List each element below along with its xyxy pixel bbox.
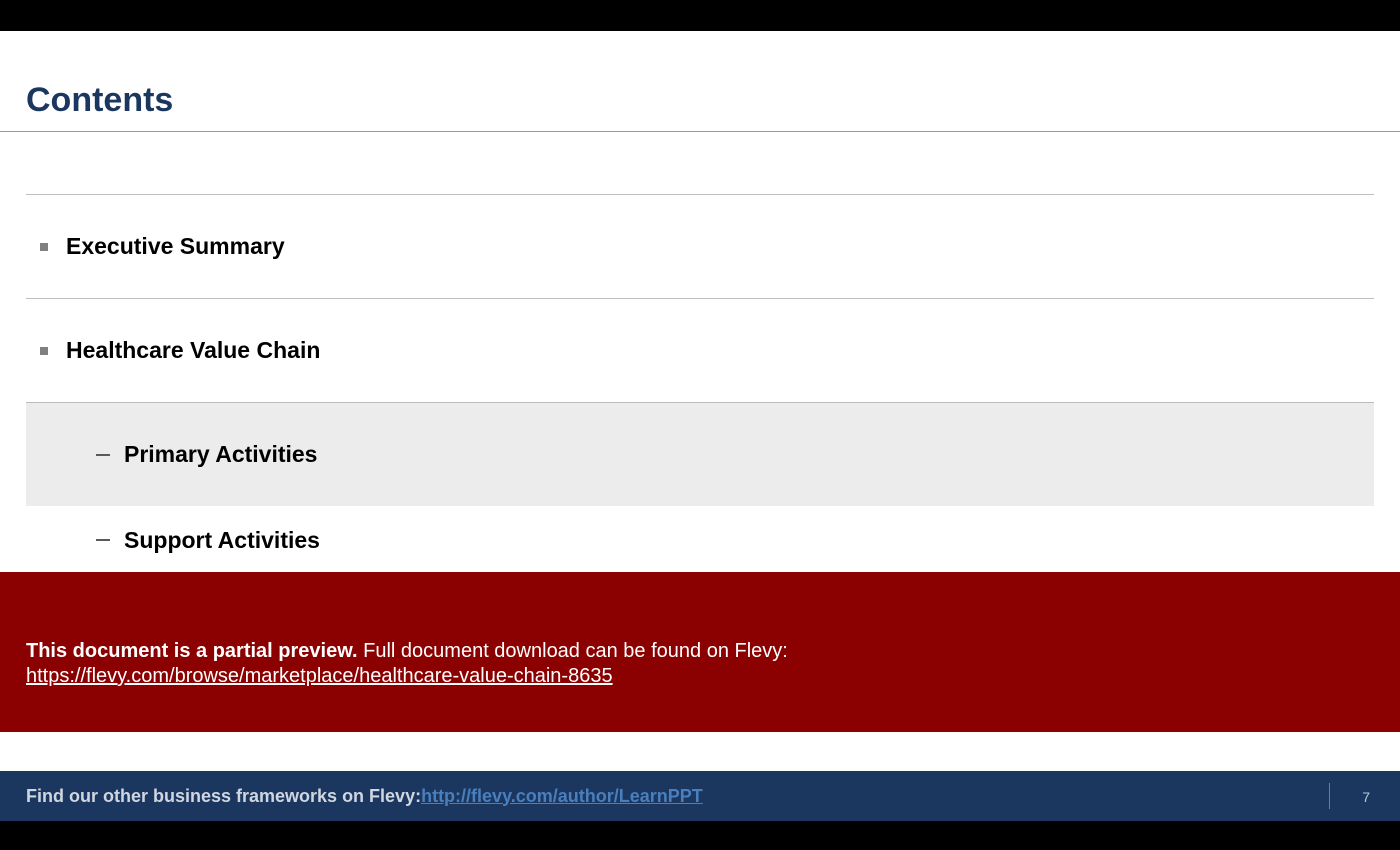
preview-message: This document is a partial preview. Full… <box>26 640 1374 663</box>
preview-link[interactable]: https://flevy.com/browse/marketplace/hea… <box>26 665 613 688</box>
toc-item-healthcare-value-chain: Healthcare Value Chain <box>26 298 1374 402</box>
footer-link[interactable]: http://flevy.com/author/LearnPPT <box>421 786 703 807</box>
toc-sublabel: Primary Activities <box>124 441 317 468</box>
preview-rest-text: Full document download can be found on F… <box>358 640 788 662</box>
preview-banner: This document is a partial preview. Full… <box>0 572 1400 732</box>
bullet-dash-icon <box>96 539 110 541</box>
page-number: 7 <box>1362 789 1370 805</box>
slide-title: Contents <box>26 81 1374 130</box>
page-divider <box>1329 783 1330 809</box>
toc-item-executive-summary: Executive Summary <box>26 194 1374 298</box>
title-underline <box>0 131 1400 132</box>
toc-label: Executive Summary <box>66 233 285 260</box>
slide: Contents Executive Summary Healthcare Va… <box>0 31 1400 821</box>
preview-bold-text: This document is a partial preview. <box>26 640 358 662</box>
title-area: Contents <box>26 81 1374 130</box>
toc-label: Healthcare Value Chain <box>66 337 320 364</box>
toc-area: Executive Summary Healthcare Value Chain… <box>26 194 1374 574</box>
bullet-square-icon <box>40 347 48 355</box>
toc-sublabel: Support Activities <box>124 527 320 554</box>
toc-subitem-support-activities: Support Activities <box>26 506 1374 574</box>
footer-bar: Find our other business frameworks on Fl… <box>0 771 1400 821</box>
footer-text: Find our other business frameworks on Fl… <box>26 786 421 807</box>
bullet-dash-icon <box>96 454 110 456</box>
bullet-square-icon <box>40 243 48 251</box>
toc-subitem-primary-activities: Primary Activities <box>26 402 1374 506</box>
